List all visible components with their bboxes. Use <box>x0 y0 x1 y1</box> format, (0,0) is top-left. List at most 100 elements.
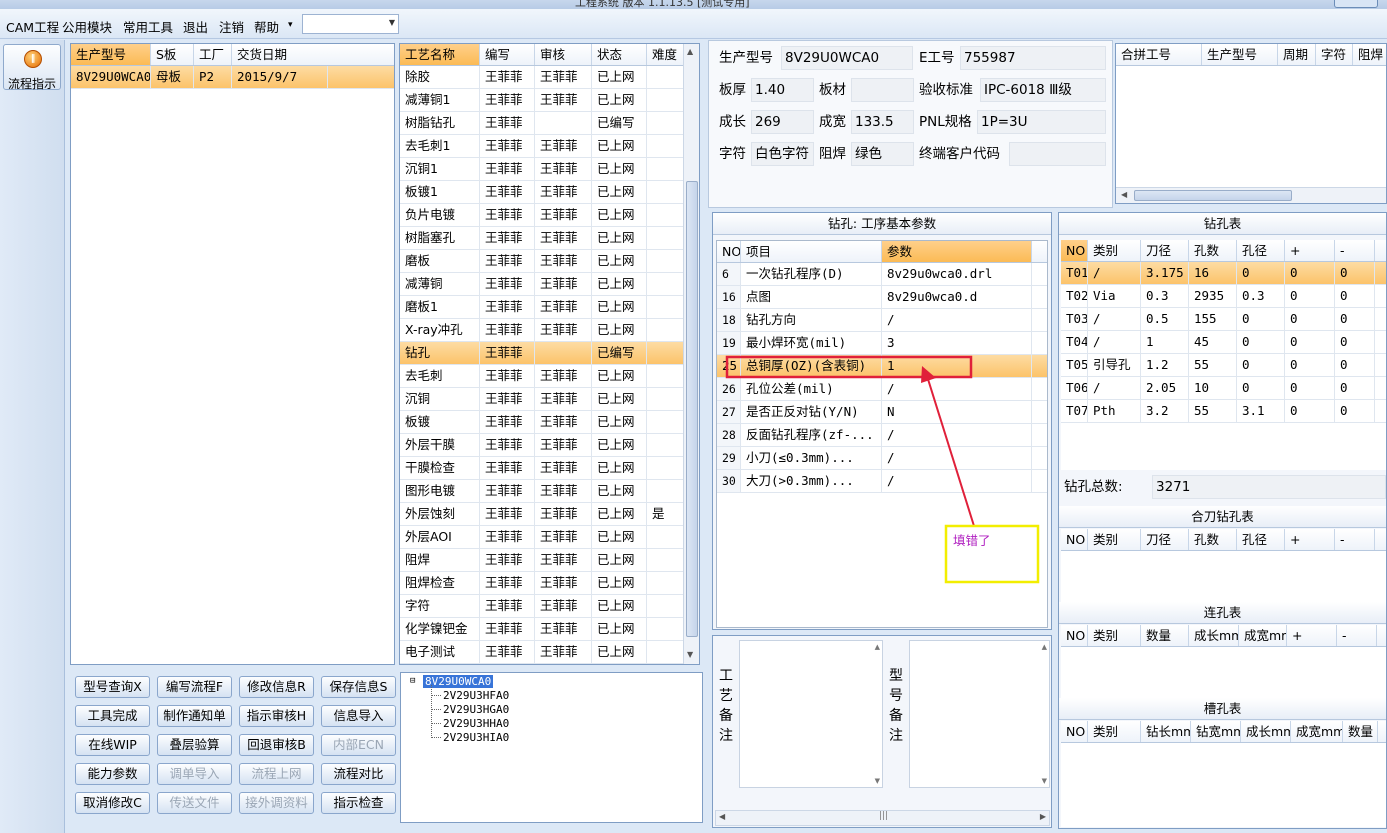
action-button[interactable]: 能力参数 <box>75 763 150 785</box>
scroll-thumb[interactable] <box>686 181 698 637</box>
remarks-hscrollbar[interactable]: ◀ ||| ▶ <box>715 810 1050 826</box>
table-row[interactable]: 28 反面钻孔程序(zf-... / <box>717 424 1047 447</box>
action-button[interactable]: 回退审核B <box>239 734 314 756</box>
table-row[interactable]: 板镀 王菲菲 王菲菲 已上网 <box>400 411 699 434</box>
table-row[interactable]: 阻焊检查 王菲菲 王菲菲 已上网 <box>400 572 699 595</box>
action-button[interactable]: 制作通知单 <box>157 705 232 727</box>
tree-child-node[interactable]: 2V29U3HHA0 <box>443 717 509 730</box>
table-row[interactable]: 6 一次钻孔程序(D) 8v29u0wca0.drl <box>717 263 1047 286</box>
tree-collapse-icon[interactable]: ⊟ <box>410 676 415 686</box>
char-field[interactable]: 白色字符 <box>751 142 814 166</box>
table-row[interactable]: 30 大刀(>0.3mm)... / <box>717 470 1047 493</box>
tree-root-node[interactable]: 8V29U0WCA0 <box>423 675 494 688</box>
column-header[interactable]: 孔径 <box>1237 529 1285 550</box>
scroll-thumb[interactable] <box>1134 190 1292 201</box>
column-header[interactable]: NO <box>717 241 741 262</box>
table-row[interactable]: T02 Via 0.3 2935 0.3 0 0 <box>1061 285 1386 308</box>
scroll-down-icon[interactable]: ▼ <box>875 777 880 785</box>
column-header[interactable]: + <box>1287 625 1337 646</box>
action-button[interactable]: 流程对比 <box>321 763 396 785</box>
table-row[interactable]: 沉铜 王菲菲 王菲菲 已上网 <box>400 388 699 411</box>
column-header[interactable]: 钻宽mm <box>1191 721 1241 742</box>
table-row[interactable]: 18 钻孔方向 / <box>717 309 1047 332</box>
pnl-field[interactable]: 1P=3U <box>977 110 1106 134</box>
width-field[interactable]: 133.5 <box>851 110 914 134</box>
scroll-down-icon[interactable]: ▼ <box>687 650 693 659</box>
column-header[interactable]: S板 <box>151 44 194 65</box>
table-row[interactable]: 化学镍钯金 王菲菲 王菲菲 已上网 <box>400 618 699 641</box>
table-row[interactable]: 25 总铜厚(OZ)(含表铜) 1 <box>717 355 1047 378</box>
column-header[interactable]: 项目 <box>741 241 882 262</box>
scroll-left-icon[interactable]: ◀ <box>719 812 725 821</box>
column-header[interactable]: 周期 <box>1278 44 1316 65</box>
customer-field[interactable] <box>1009 142 1106 166</box>
action-button[interactable]: 指示检查 <box>321 792 396 814</box>
column-header[interactable]: 生产型号 <box>71 44 151 65</box>
column-header[interactable]: - <box>1337 625 1377 646</box>
table-row[interactable]: 去毛刺1 王菲菲 王菲菲 已上网 <box>400 135 699 158</box>
table-row[interactable]: 阻焊 王菲菲 王菲菲 已上网 <box>400 549 699 572</box>
length-field[interactable]: 269 <box>751 110 814 134</box>
table-row[interactable]: 字符 王菲菲 王菲菲 已上网 <box>400 595 699 618</box>
table-row[interactable]: T05 引导孔 1.2 55 0 0 0 <box>1061 354 1386 377</box>
table-row[interactable]: 26 孔位公差(mil) / <box>717 378 1047 401</box>
combined-hscrollbar[interactable]: ◀ <box>1116 187 1386 203</box>
table-row[interactable]: T04/1 45 0 0 0 <box>1061 331 1386 354</box>
table-row[interactable]: 外层AOI 王菲菲 王菲菲 已上网 <box>400 526 699 549</box>
table-row[interactable]: 16 点图 8v29u0wca0.d <box>717 286 1047 309</box>
column-header[interactable]: 刀径 <box>1141 240 1189 261</box>
scroll-up-icon[interactable]: ▲ <box>1042 643 1047 651</box>
help-dropdown-icon[interactable]: ▾ <box>288 20 293 30</box>
column-header[interactable]: 交货日期 <box>232 44 394 65</box>
table-row[interactable]: 除胶 王菲菲 王菲菲 已上网 <box>400 66 699 89</box>
menu-exit[interactable]: 退出 <box>183 17 208 36</box>
action-button[interactable]: 在线WIP <box>75 734 150 756</box>
table-row[interactable]: 外层蚀刻 王菲菲 王菲菲 已上网是 <box>400 503 699 526</box>
menu-common-module[interactable]: 公用模块 <box>62 17 112 36</box>
column-header[interactable]: 数量 <box>1343 721 1378 742</box>
table-row[interactable]: 去毛刺 王菲菲 王菲菲 已上网 <box>400 365 699 388</box>
action-button[interactable]: 工具完成 <box>75 705 150 727</box>
action-button[interactable]: 取消修改C <box>75 792 150 814</box>
column-header[interactable]: 工艺名称 <box>400 44 480 65</box>
table-row[interactable]: 树脂塞孔 王菲菲 王菲菲 已上网 <box>400 227 699 250</box>
column-header[interactable]: 字符 <box>1316 44 1353 65</box>
tree-child-node[interactable]: 2V29U3HFA0 <box>443 689 509 702</box>
table-row[interactable]: 磨板1 王菲菲 王菲菲 已上网 <box>400 296 699 319</box>
column-header[interactable]: + <box>1285 240 1335 261</box>
column-header[interactable]: 工厂 <box>194 44 232 65</box>
column-header[interactable]: + <box>1285 529 1335 550</box>
column-header[interactable]: 数量 <box>1141 625 1189 646</box>
column-header[interactable]: 成宽mm <box>1239 625 1287 646</box>
column-header[interactable]: 编写 <box>480 44 535 65</box>
action-button[interactable]: 指示审核H <box>239 705 314 727</box>
column-header[interactable]: 孔径 <box>1237 240 1285 261</box>
scroll-right-icon[interactable]: ▶ <box>1040 812 1046 821</box>
column-header[interactable]: 难度 <box>647 44 685 65</box>
tree-child-node[interactable]: 2V29U3HGA0 <box>443 703 509 716</box>
column-header[interactable]: 审核 <box>535 44 592 65</box>
menu-help[interactable]: 帮助 <box>254 17 279 36</box>
model-field[interactable]: 8V29U0WCA0 <box>781 46 913 70</box>
table-row[interactable]: 29 小刀(≤0.3mm)... / <box>717 447 1047 470</box>
table-row[interactable]: 磨板 王菲菲 王菲菲 已上网 <box>400 250 699 273</box>
scroll-up-icon[interactable]: ▲ <box>875 643 880 651</box>
table-row[interactable]: 板镀1 王菲菲 王菲菲 已上网 <box>400 181 699 204</box>
column-header[interactable]: 成长mm <box>1189 625 1239 646</box>
table-row[interactable]: 19 最小焊环宽(mil) 3 <box>717 332 1047 355</box>
chevron-down-icon[interactable]: ▼ <box>389 18 395 27</box>
menu-combo-box[interactable]: ▼ <box>302 14 399 34</box>
thick-field[interactable]: 1.40 <box>751 78 814 102</box>
column-header[interactable]: NO <box>1061 240 1088 261</box>
table-row[interactable]: T07 Pth 3.2 55 3.1 0 0 <box>1061 400 1386 423</box>
table-row[interactable]: 树脂钻孔 王菲菲 已编写 <box>400 112 699 135</box>
column-header[interactable]: - <box>1335 240 1375 261</box>
table-row[interactable]: 减薄铜1 王菲菲 王菲菲 已上网 <box>400 89 699 112</box>
column-header[interactable]: 类别 <box>1088 529 1141 550</box>
column-header[interactable]: 刀径 <box>1141 529 1189 550</box>
column-header[interactable]: 钻长mm <box>1141 721 1191 742</box>
std-field[interactable]: IPC-6018 Ⅲ级 <box>980 78 1106 102</box>
table-row[interactable]: 沉铜1 王菲菲 王菲菲 已上网 <box>400 158 699 181</box>
table-row[interactable]: X-ray冲孔 王菲菲 王菲菲 已上网 <box>400 319 699 342</box>
menu-cam[interactable]: CAM工程 <box>6 17 59 36</box>
